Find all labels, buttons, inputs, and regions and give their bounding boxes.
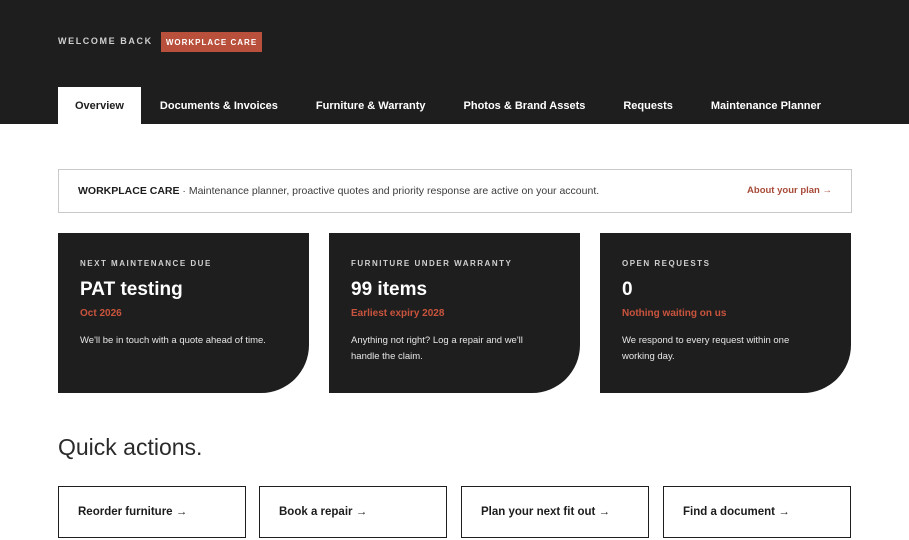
tab-bar: Overview Documents & Invoices Furniture … [58,87,840,124]
tab-documents-invoices[interactable]: Documents & Invoices [141,87,297,124]
quick-actions-title: Quick actions. [58,434,203,460]
site-header: WELCOME BACK WORKPLACE CARE Overview Doc… [0,0,909,124]
plan-badge: WORKPLACE CARE [161,32,262,52]
tab-overview[interactable]: Overview [58,87,141,124]
plan-fit-out-button[interactable]: Plan your next fit out → [461,486,649,538]
card-description: We'll be in touch with a quote ahead of … [80,335,266,346]
card-description: We respond to every request within one w… [622,335,790,362]
card-furniture-warranty: FURNITURE UNDER WARRANTY 99 items Earlie… [329,233,580,393]
card-next-maintenance: NEXT MAINTENANCE DUE PAT testing Oct 202… [58,233,309,393]
card-subtitle: Oct 2026 [80,308,122,319]
notice-text: WORKPLACE CARE · Maintenance planner, pr… [78,184,618,199]
card-subtitle: Nothing waiting on us [622,308,727,319]
tab-photos-brand-assets[interactable]: Photos & Brand Assets [445,87,605,124]
card-value: 99 items [351,279,428,300]
tab-furniture-warranty[interactable]: Furniture & Warranty [297,87,445,124]
welcome-text: WELCOME BACK [58,36,153,46]
about-plan-link[interactable]: About your plan → [747,185,832,196]
plan-notice: WORKPLACE CARE · Maintenance planner, pr… [58,169,852,213]
find-document-button[interactable]: Find a document → [663,486,851,538]
notice-title: WORKPLACE CARE [78,185,180,197]
card-value: PAT testing [80,279,183,300]
card-label: OPEN REQUESTS [622,259,711,268]
notice-message: · Maintenance planner, proactive quotes … [179,185,600,197]
card-subtitle: Earliest expiry 2028 [351,308,445,319]
tab-maintenance-planner[interactable]: Maintenance Planner [692,87,840,124]
card-value: 0 [622,279,633,300]
book-repair-button[interactable]: Book a repair → [259,486,447,538]
card-label: FURNITURE UNDER WARRANTY [351,259,513,268]
card-label: NEXT MAINTENANCE DUE [80,259,212,268]
reorder-furniture-button[interactable]: Reorder furniture → [58,486,246,538]
tab-requests[interactable]: Requests [604,87,692,124]
card-description: Anything not right? Log a repair and we'… [351,335,523,362]
card-open-requests: OPEN REQUESTS 0 Nothing waiting on us We… [600,233,851,393]
